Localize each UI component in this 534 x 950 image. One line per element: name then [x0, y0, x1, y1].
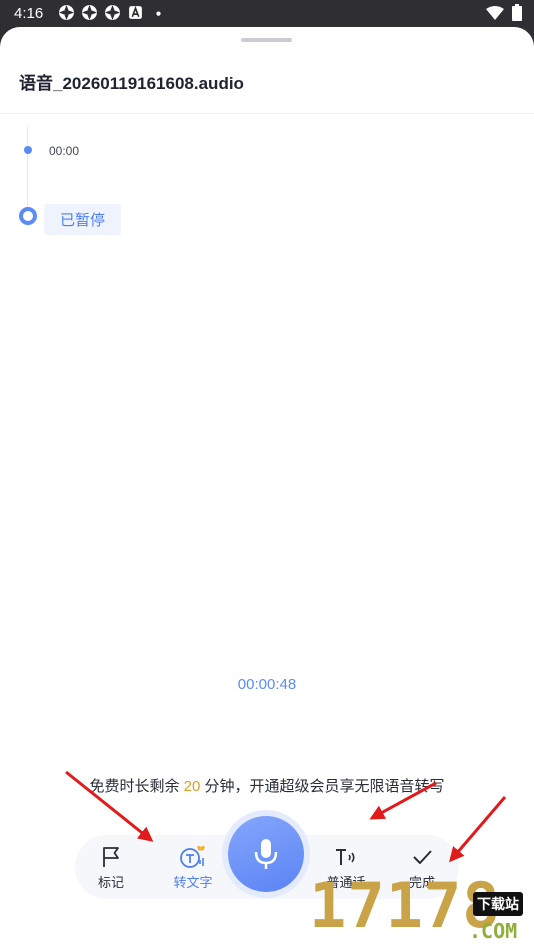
free-time-promo[interactable]: 免费时长剩余 20 分钟，开通超级会员享无限语音转写 — [0, 775, 534, 796]
timeline-mark-time: 00:00 — [49, 144, 80, 158]
battery-icon — [512, 4, 522, 21]
microphone-icon — [254, 839, 278, 869]
transcribe-label: 转文字 — [173, 875, 213, 890]
paused-status-badge: 已暂停 — [44, 204, 122, 235]
recording-sheet: 语音_20260119161608.audio 00:00 已暂停 00:00:… — [0, 27, 534, 950]
drag-handle[interactable] — [241, 38, 292, 42]
recording-title: 语音_20260119161608.audio — [19, 74, 244, 93]
flag-icon — [103, 847, 119, 867]
promo-suffix: 分钟，开通超级会员享无限语音转写 — [200, 778, 445, 795]
mark-label: 标记 — [97, 875, 124, 890]
timeline-dot — [24, 146, 32, 154]
site-watermark: 17178 下载站 .COM — [309, 862, 534, 950]
transcribe-button[interactable]: 转文字 — [158, 835, 228, 899]
app-notification-icon — [82, 5, 97, 20]
clock: 4:16 — [14, 5, 44, 22]
a-notification-icon — [129, 5, 142, 19]
dot-icon — [156, 11, 161, 16]
record-button[interactable] — [222, 810, 310, 898]
mark-button[interactable]: 标记 — [76, 835, 146, 899]
timeline-current-marker — [19, 207, 37, 225]
app-notification-icon — [105, 5, 120, 20]
elapsed-time: 00:00:48 — [237, 676, 297, 693]
app-notification-icon — [59, 5, 74, 20]
promo-minutes: 20 — [183, 778, 201, 795]
promo-prefix: 免费时长剩余 — [89, 778, 184, 795]
record-button-inner — [228, 816, 304, 892]
wifi-icon — [486, 5, 504, 20]
status-bar: 4:16 — [0, 0, 534, 27]
watermark-badge: 下载站 — [473, 892, 523, 916]
divider — [0, 113, 534, 114]
watermark-domain: .COM — [469, 919, 518, 943]
transcribe-icon — [180, 845, 205, 868]
notification-icons — [58, 4, 167, 21]
